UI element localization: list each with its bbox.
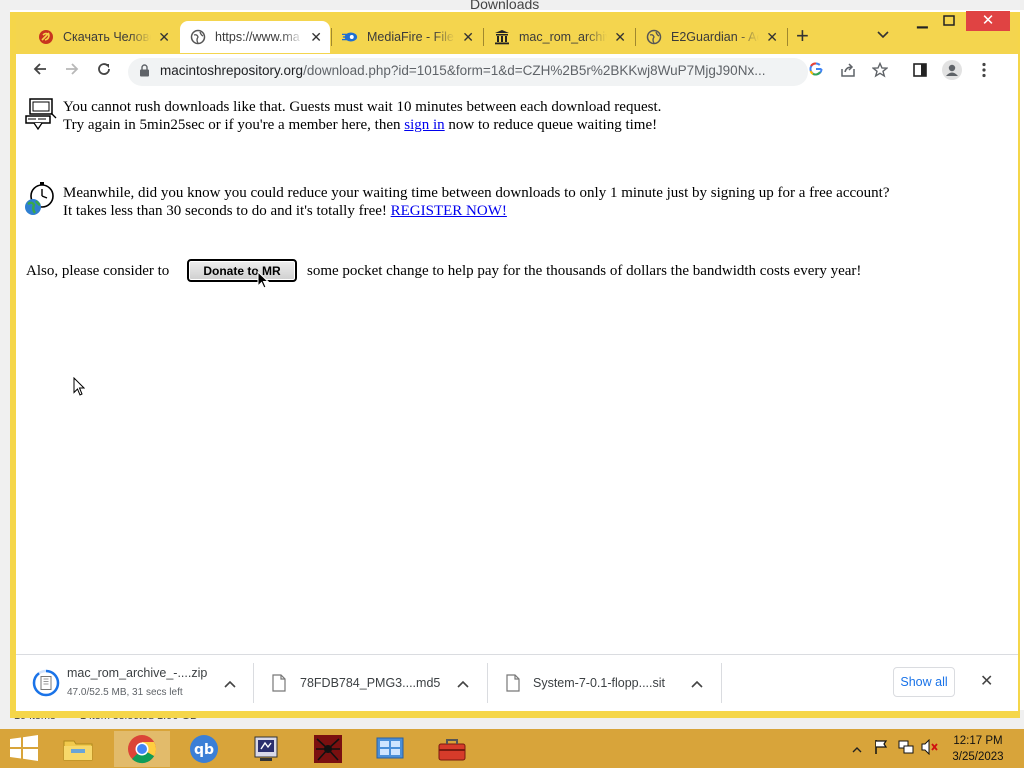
archive-icon	[494, 29, 510, 45]
donate-button[interactable]: Donate to MR	[187, 259, 297, 282]
download-item-3[interactable]: System-7-0.1-flopp....sit	[488, 655, 720, 711]
tab-title: https://www.ma	[215, 30, 300, 44]
tab-close-icon[interactable]: ✕	[158, 29, 170, 45]
tab-search-chevron-icon[interactable]	[877, 28, 889, 42]
background-window-title: Downloads	[470, 0, 540, 12]
tab-close-icon[interactable]: ✕	[462, 29, 474, 45]
new-tab-icon[interactable]: +	[796, 25, 809, 47]
register-now-link[interactable]: REGISTER NOW!	[391, 203, 507, 219]
window-close-button[interactable]: ✕	[966, 11, 1010, 31]
taskbar-file-explorer[interactable]	[50, 731, 106, 767]
url-text[interactable]: macintoshrepository.org/download.php?id=…	[160, 63, 792, 78]
taskbar-chrome[interactable]	[114, 731, 170, 767]
menu-kebab-icon[interactable]	[981, 62, 987, 83]
taskbar-qbittorrent[interactable]: qb	[176, 731, 232, 767]
download-status: 47.0/52.5 MB, 31 secs left	[67, 687, 183, 698]
svg-text:qb: qb	[194, 742, 214, 758]
url-host: macintoshrepository.org	[160, 63, 304, 78]
tab-separator	[787, 28, 788, 46]
tab-title: mac_rom_archiv	[519, 30, 607, 44]
queue-computer-icon	[24, 96, 58, 135]
chevron-up-icon[interactable]	[457, 675, 469, 691]
tab-title: Скачать Челове	[63, 30, 151, 44]
file-icon	[506, 674, 520, 697]
profile-avatar-icon[interactable]	[942, 60, 962, 85]
donate-text: Also, please consider to	[26, 263, 170, 279]
chevron-up-icon[interactable]	[691, 675, 703, 691]
retry-text: Try again in 5min25sec or if you're a me…	[63, 117, 405, 133]
tab-separator	[331, 28, 332, 46]
retry-message: Try again in 5min25sec or if you're a me…	[63, 116, 657, 134]
mouse-cursor-icon	[73, 376, 86, 401]
maximize-icon[interactable]	[943, 13, 955, 29]
tab-close-icon[interactable]: ✕	[310, 29, 322, 45]
download-name: 78FDB784_PMG3....md5	[300, 676, 441, 690]
download-name: mac_rom_archive_-....zip	[67, 666, 208, 680]
clock-time: 12:17 PM	[953, 735, 1003, 747]
tab-close-icon[interactable]: ✕	[614, 29, 626, 45]
tab-1[interactable]: Скачать Челове ✕	[28, 21, 178, 53]
tab-5[interactable]: E2Guardian - Ac ✕	[636, 21, 786, 53]
tab-separator	[483, 28, 484, 46]
page-scrollbar[interactable]	[1004, 90, 1018, 654]
tray-volume-muted-icon[interactable]	[921, 738, 939, 758]
chevron-up-icon[interactable]	[224, 675, 236, 691]
clock-date: 3/25/2023	[952, 751, 1004, 763]
tab-4[interactable]: mac_rom_archiv ✕	[484, 21, 634, 53]
mediafire-icon	[342, 29, 358, 45]
retry-text-end: now to reduce queue waiting time!	[444, 117, 658, 133]
download-separator	[721, 663, 722, 703]
ussr-icon	[38, 29, 54, 45]
taskbar-spider-app[interactable]	[300, 731, 356, 767]
globe-icon	[190, 29, 206, 45]
tab-3[interactable]: MediaFire - File ✕	[332, 21, 482, 53]
download-shelf: mac_rom_archive_-....zip 47.0/52.5 MB, 3…	[16, 654, 1018, 711]
tab-separator	[635, 28, 636, 46]
page-content: You cannot rush downloads like that. Gue…	[16, 90, 1004, 654]
donate-text-end: some pocket change to help pay for the t…	[307, 263, 862, 279]
globe-icon	[646, 29, 662, 45]
tray-overflow-chevron-icon[interactable]	[852, 742, 862, 756]
tab-close-icon[interactable]: ✕	[766, 29, 778, 45]
show-all-button[interactable]: Show all	[893, 667, 955, 697]
tab-2-active[interactable]: https://www.ma ✕	[180, 21, 330, 53]
side-panel-icon[interactable]	[912, 62, 928, 83]
windows-start-icon[interactable]	[9, 735, 39, 766]
file-icon	[272, 674, 286, 697]
signup-message: Meanwhile, did you know you could reduce…	[63, 185, 890, 201]
download-progress-ring-icon	[32, 669, 60, 702]
url-path: /download.php?id=1015&form=1&d=CZH%2B5r%…	[303, 63, 766, 78]
tab-title: E2Guardian - Ac	[671, 30, 759, 44]
background-window-edge	[0, 0, 10, 730]
taskbar-toolbox[interactable]	[424, 731, 480, 767]
download-item-2[interactable]: 78FDB784_PMG3....md5	[254, 655, 486, 711]
back-arrow-icon[interactable]	[32, 61, 48, 81]
tray-network-icon[interactable]	[898, 739, 914, 758]
taskbar-app-monitor[interactable]	[238, 731, 294, 767]
forward-arrow-icon[interactable]	[64, 61, 80, 81]
tray-flag-icon[interactable]	[874, 739, 888, 758]
share-icon[interactable]	[840, 62, 856, 83]
close-shelf-icon[interactable]: ✕	[980, 671, 993, 691]
download-name: System-7-0.1-flopp....sit	[533, 676, 665, 690]
taskbar-clock[interactable]: 12:17 PM 3/25/2023	[946, 733, 1010, 765]
download-item-1[interactable]: mac_rom_archive_-....zip 47.0/52.5 MB, 3…	[16, 655, 252, 711]
lock-icon[interactable]	[139, 64, 150, 82]
reload-icon[interactable]	[96, 61, 112, 81]
minimize-icon[interactable]: ▁	[917, 12, 928, 28]
register-text: It takes less than 30 seconds to do and …	[63, 203, 391, 219]
register-message: It takes less than 30 seconds to do and …	[63, 202, 507, 220]
bookmark-star-icon[interactable]	[871, 61, 889, 83]
tab-title: MediaFire - File	[367, 30, 454, 44]
mouse-cursor-icon	[257, 270, 270, 294]
stopwatch-globe-icon	[24, 182, 58, 223]
wait-message: You cannot rush downloads like that. Gue…	[63, 99, 662, 115]
sign-in-link[interactable]: sign in	[404, 117, 444, 133]
taskbar-control-panel[interactable]	[362, 731, 418, 767]
google-icon[interactable]	[809, 62, 823, 81]
